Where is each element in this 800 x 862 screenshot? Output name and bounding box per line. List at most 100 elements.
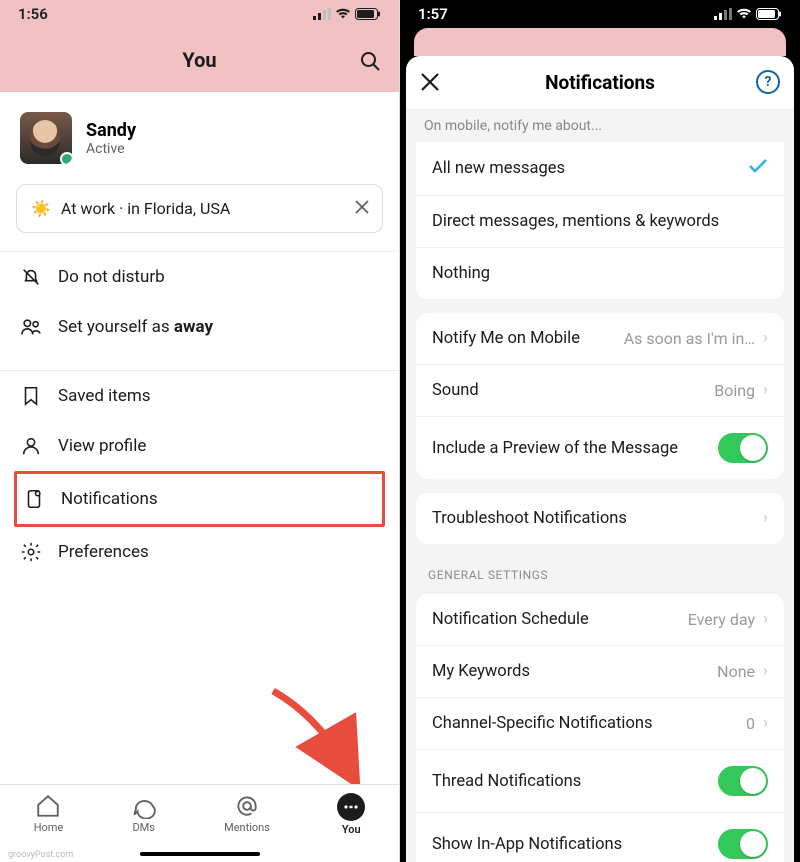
phone-notification-icon xyxy=(23,488,45,510)
toggle-preview[interactable] xyxy=(718,433,768,463)
tab-label: Home xyxy=(34,821,64,834)
row-schedule[interactable]: Notification Schedule Every day › xyxy=(416,594,784,646)
row-label: Show In-App Notifications xyxy=(432,835,622,854)
row-value: 0 xyxy=(746,714,755,733)
home-icon xyxy=(35,793,61,819)
menu-preferences[interactable]: Preferences xyxy=(0,527,399,577)
chevron-right-icon: › xyxy=(763,610,768,629)
clear-status-icon[interactable] xyxy=(354,199,370,219)
home-indicator[interactable] xyxy=(140,852,260,856)
row-sound[interactable]: Sound Boing › xyxy=(416,365,784,417)
row-value: Every day xyxy=(688,610,755,629)
clock: 1:56 xyxy=(18,5,48,23)
chevron-right-icon: › xyxy=(763,329,768,348)
clock: 1:57 xyxy=(418,5,448,23)
page-title: You xyxy=(182,48,216,72)
row-label: Notification Schedule xyxy=(432,610,589,629)
sheet: Notifications ? On mobile, notify me abo… xyxy=(406,56,794,862)
section-title: GENERAL SETTINGS xyxy=(406,558,794,588)
tab-label: Mentions xyxy=(224,821,270,834)
row-label: Thread Notifications xyxy=(432,772,581,791)
people-icon xyxy=(20,316,42,338)
row-label: All new messages xyxy=(432,159,565,178)
row-keywords[interactable]: My Keywords None › xyxy=(416,646,784,698)
row-notify-mobile[interactable]: Notify Me on Mobile As soon as I'm in…› xyxy=(416,313,784,365)
row-inapp-notifications[interactable]: Show In-App Notifications xyxy=(416,813,784,862)
toggle-inapp[interactable] xyxy=(718,829,768,859)
row-label: Direct messages, mentions & keywords xyxy=(432,212,719,231)
row-label: Troubleshoot Notifications xyxy=(432,509,627,528)
radio-dm-mentions[interactable]: Direct messages, mentions & keywords xyxy=(416,196,784,248)
menu-label: Set yourself as away xyxy=(58,317,213,337)
watermark: groovyPost.com xyxy=(8,850,73,860)
tab-dms[interactable]: DMs xyxy=(131,793,157,834)
row-label: Channel-Specific Notifications xyxy=(432,714,652,733)
person-icon xyxy=(20,435,42,457)
menu-do-not-disturb[interactable]: Do not disturb xyxy=(0,252,399,302)
tab-label: DMs xyxy=(132,821,155,834)
header: You xyxy=(0,28,399,92)
status-text: At work · in Florida, USA xyxy=(61,199,230,218)
section-note: On mobile, notify me about... xyxy=(406,110,794,142)
check-icon xyxy=(748,158,768,179)
profile-status: Active xyxy=(86,141,136,157)
menu-label: Notifications xyxy=(61,489,158,509)
troubleshoot-group: Troubleshoot Notifications › xyxy=(416,493,784,544)
row-thread-notifications[interactable]: Thread Notifications xyxy=(416,750,784,813)
you-icon xyxy=(337,793,365,821)
chevron-right-icon: › xyxy=(763,714,768,733)
presence-dot-icon xyxy=(60,152,72,164)
menu-view-profile[interactable]: View profile xyxy=(0,421,399,471)
general-group: Notification Schedule Every day › My Keyw… xyxy=(416,594,784,862)
tab-mentions[interactable]: Mentions xyxy=(224,793,270,834)
status-bar: 1:56 xyxy=(0,0,399,28)
radio-nothing[interactable]: Nothing xyxy=(416,248,784,299)
row-troubleshoot[interactable]: Troubleshoot Notifications › xyxy=(416,493,784,544)
row-label: My Keywords xyxy=(432,662,530,681)
sheet-title: Notifications xyxy=(545,71,655,94)
menu-saved-items[interactable]: Saved items xyxy=(0,371,399,421)
sheet-header: Notifications ? xyxy=(406,56,794,110)
gear-icon xyxy=(20,541,42,563)
profile-name: Sandy xyxy=(86,120,136,141)
status-icons xyxy=(714,8,782,20)
tab-home[interactable]: Home xyxy=(34,793,64,834)
arrow-annotation xyxy=(258,676,378,796)
close-icon[interactable] xyxy=(420,72,440,96)
menu-label: View profile xyxy=(58,436,146,456)
sun-icon: ☀️ xyxy=(31,199,51,218)
chevron-right-icon: › xyxy=(763,381,768,400)
row-channel-specific[interactable]: Channel-Specific Notifications 0 › xyxy=(416,698,784,750)
status-bar: 1:57 xyxy=(400,0,800,28)
avatar xyxy=(20,112,72,164)
row-label: Include a Preview of the Message xyxy=(432,439,678,458)
radio-group: All new messages Direct messages, mentio… xyxy=(416,142,784,299)
menu-notifications[interactable]: Notifications xyxy=(17,474,382,524)
help-icon[interactable]: ? xyxy=(756,70,780,94)
row-label: Notify Me on Mobile xyxy=(432,329,580,348)
background-peek xyxy=(414,28,786,56)
menu-label: Preferences xyxy=(58,542,149,562)
search-icon[interactable] xyxy=(359,50,381,76)
bell-off-icon xyxy=(20,266,42,288)
row-value: None xyxy=(717,662,755,681)
tab-you[interactable]: You xyxy=(337,793,365,836)
row-value: Boing xyxy=(714,381,755,400)
settings-group: Notify Me on Mobile As soon as I'm in…› … xyxy=(416,313,784,479)
scroll-area[interactable]: On mobile, notify me about... All new me… xyxy=(406,110,794,862)
row-label: Sound xyxy=(432,381,479,400)
status-card[interactable]: ☀️ At work · in Florida, USA xyxy=(16,184,383,233)
radio-all-new[interactable]: All new messages xyxy=(416,142,784,196)
menu-set-away[interactable]: Set yourself as away xyxy=(0,302,399,352)
status-icons xyxy=(313,8,381,20)
bookmark-icon xyxy=(20,385,42,407)
row-label: Nothing xyxy=(432,264,490,283)
chevron-right-icon: › xyxy=(763,662,768,681)
profile-row[interactable]: Sandy Active xyxy=(0,92,399,174)
toggle-thread[interactable] xyxy=(718,766,768,796)
menu-label: Do not disturb xyxy=(58,267,165,287)
highlight-box: Notifications xyxy=(14,471,385,527)
row-include-preview[interactable]: Include a Preview of the Message xyxy=(416,417,784,479)
tab-label: You xyxy=(342,823,361,836)
menu-label: Saved items xyxy=(58,386,151,406)
